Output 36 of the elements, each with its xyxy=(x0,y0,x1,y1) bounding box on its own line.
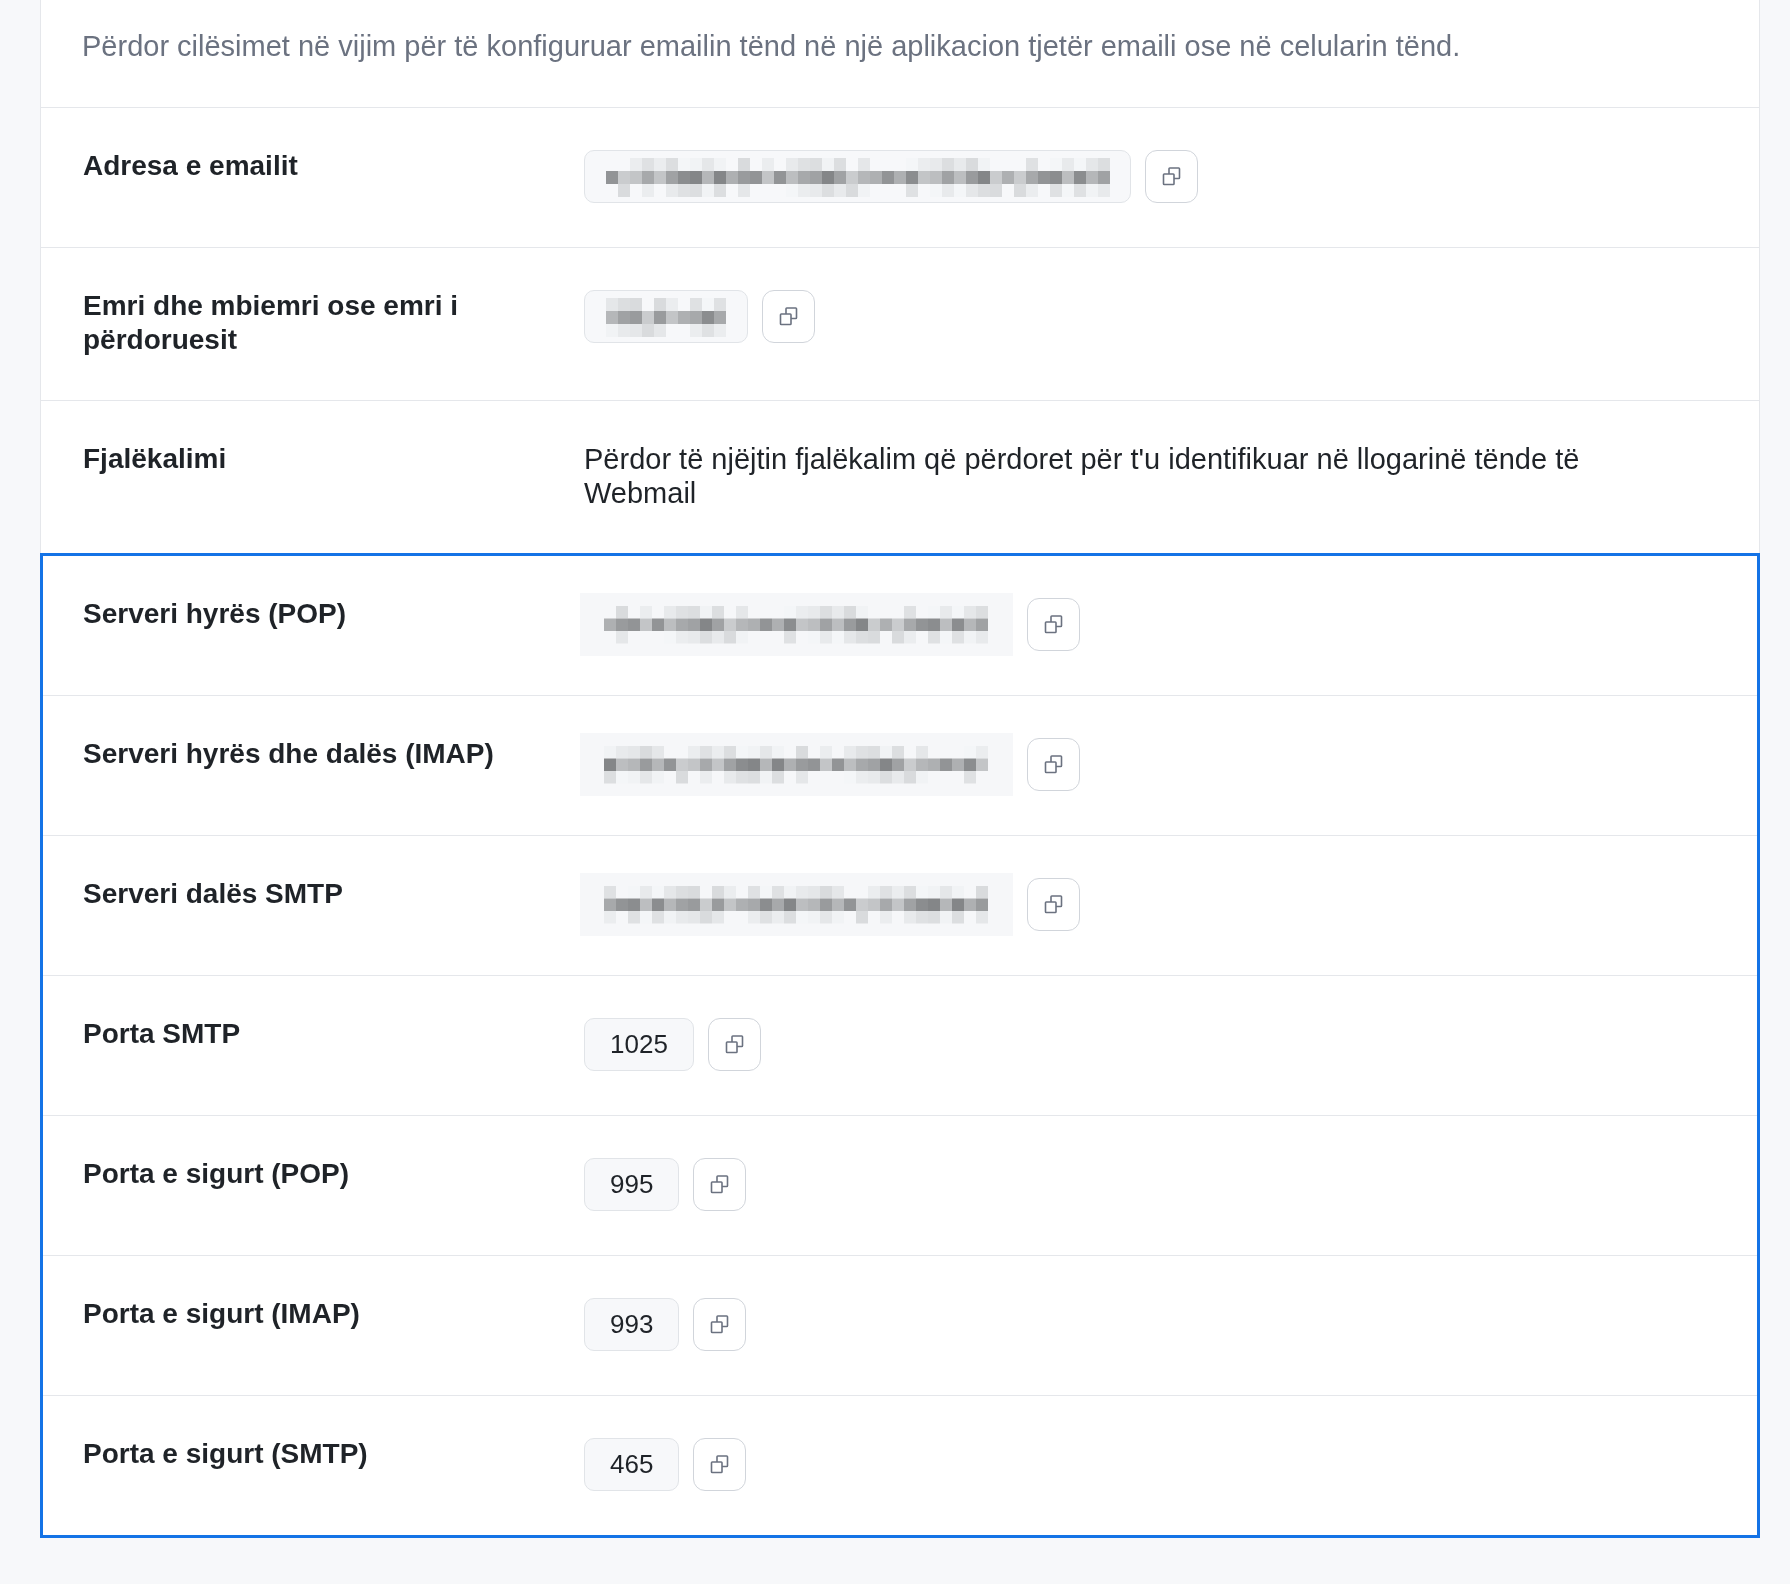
copy-icon xyxy=(1044,615,1063,634)
copy-button[interactable] xyxy=(1027,598,1080,651)
value-field[interactable]: 1025 xyxy=(584,1018,694,1071)
value-field[interactable]: 993 xyxy=(584,1298,680,1351)
copy-button[interactable] xyxy=(1027,738,1080,791)
copy-button[interactable] xyxy=(693,1438,747,1491)
field-label: Serveri hyrës dhe dalës (IMAP) xyxy=(83,737,495,771)
copy-icon xyxy=(710,1315,730,1334)
field-label: Porta e sigurt (IMAP) xyxy=(83,1297,361,1331)
copy-button[interactable] xyxy=(707,1018,761,1071)
copy-icon xyxy=(779,307,798,326)
field-label: Porta SMTP xyxy=(83,1017,242,1051)
copy-button[interactable] xyxy=(693,1298,747,1351)
field-label: Porta e sigurt (SMTP) xyxy=(83,1437,369,1471)
field-label: Serveri dalës SMTP xyxy=(83,877,344,911)
copy-icon xyxy=(710,1175,730,1194)
copy-icon xyxy=(1044,755,1063,774)
value-field[interactable] xyxy=(584,290,748,343)
copy-button[interactable] xyxy=(1145,150,1198,203)
copy-icon xyxy=(1044,895,1063,914)
description-text: Përdor cilësimet në vijim për të konfiguruar emailin tënd në një aplikacion tjetër emaili ose në celularin tënd. xyxy=(82,29,1462,63)
copy-button[interactable] xyxy=(693,1158,747,1211)
field-label: Emri dhe mbiemri ose emri i përdoruesit xyxy=(83,289,460,357)
copy-icon xyxy=(710,1455,730,1474)
field-label: Serveri hyrës (POP) xyxy=(83,597,348,631)
field-label: Porta e sigurt (POP) xyxy=(83,1157,351,1191)
value-field[interactable]: 995 xyxy=(584,1158,680,1211)
value-text: Përdor të njëjtin fjalëkalim që përdoret për t'u identifikuar në llogarinë tënde të Webmail xyxy=(584,442,1581,510)
value-field[interactable] xyxy=(584,150,1131,203)
copy-button[interactable] xyxy=(1027,878,1080,931)
value-field[interactable]: 465 xyxy=(584,1438,680,1491)
copy-icon xyxy=(1162,167,1181,186)
copy-button[interactable] xyxy=(762,290,815,343)
field-label: Adresa e emailit xyxy=(83,149,299,183)
field-label: Fjalëkalimi xyxy=(83,442,228,476)
copy-icon xyxy=(724,1035,744,1054)
